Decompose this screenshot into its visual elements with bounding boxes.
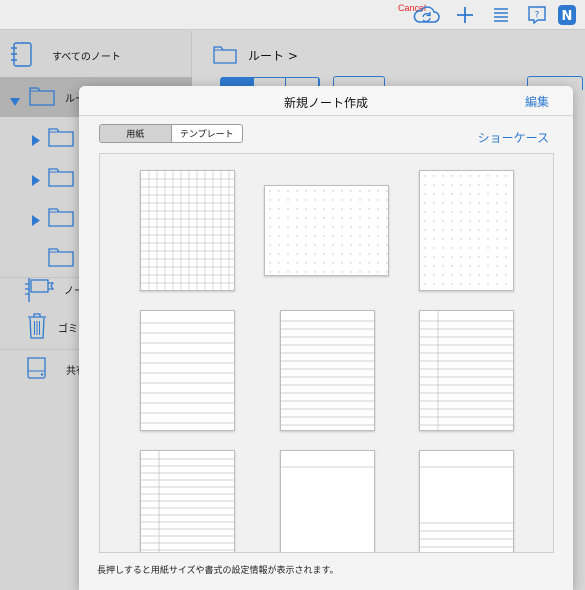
folder-icon xyxy=(48,165,74,191)
paper-blank-footer-lines[interactable] xyxy=(419,450,514,552)
new-note-modal: 新規ノート作成 編集 用紙 テンプレート ショーケース 長押しすると用紙サイズや… xyxy=(79,86,573,590)
sidebar-item-label: すべてのノート xyxy=(52,51,121,63)
cloud-sync-icon[interactable] xyxy=(410,2,442,28)
expand-triangle-icon[interactable] xyxy=(32,131,40,150)
paper-ruled[interactable] xyxy=(140,310,235,431)
svg-text:?: ? xyxy=(535,11,540,21)
paper-grid xyxy=(99,153,554,553)
folder-icon xyxy=(48,205,74,231)
hint-text: 長押しすると用紙サイズや書式の設定情報が表示されます。 xyxy=(97,566,339,576)
modal-edit-button[interactable]: 編集 xyxy=(525,93,549,110)
paper-ruled-margin[interactable] xyxy=(419,310,514,431)
folder-icon xyxy=(213,44,237,68)
tab-template[interactable]: テンプレート xyxy=(170,125,243,142)
help-icon[interactable]: ? xyxy=(526,2,548,28)
breadcrumb[interactable]: ルート > xyxy=(248,47,298,64)
sidebar-item-all-notes[interactable]: すべてのノート xyxy=(0,33,192,77)
folder-icon xyxy=(48,245,74,271)
tab-paper[interactable]: 用紙 xyxy=(100,125,171,142)
folder-icon xyxy=(29,84,55,110)
list-icon[interactable] xyxy=(490,2,512,28)
paper-template-segmented-control: 用紙 テンプレート xyxy=(99,124,243,143)
modal-header: 新規ノート作成 編集 xyxy=(79,86,573,116)
paper-ruled-dense[interactable] xyxy=(140,450,235,552)
expand-triangle-icon[interactable] xyxy=(10,92,20,111)
plus-icon[interactable] xyxy=(454,2,476,28)
trash-icon xyxy=(26,312,48,344)
top-toolbar: Cancel ? N xyxy=(0,0,585,30)
notes-app-icon[interactable]: N xyxy=(556,2,578,28)
notes-flag-icon xyxy=(24,275,55,307)
sidebar-item-label: ゴミ xyxy=(58,323,78,335)
folder-icon xyxy=(48,125,74,151)
expand-triangle-icon[interactable] xyxy=(32,171,40,190)
notebook-icon xyxy=(10,41,34,73)
expand-triangle-icon[interactable] xyxy=(32,211,40,230)
paper-dot-portrait[interactable] xyxy=(419,170,514,291)
paper-grid-square[interactable] xyxy=(140,170,235,291)
paper-header-blank[interactable] xyxy=(280,450,375,552)
paper-dot-landscape[interactable] xyxy=(264,185,389,276)
svg-text:N: N xyxy=(562,9,573,24)
drive-icon xyxy=(24,356,50,384)
modal-title: 新規ノート作成 xyxy=(283,96,368,110)
paper-ruled-narrow[interactable] xyxy=(280,310,375,431)
showcase-link[interactable]: ショーケース xyxy=(478,129,549,146)
